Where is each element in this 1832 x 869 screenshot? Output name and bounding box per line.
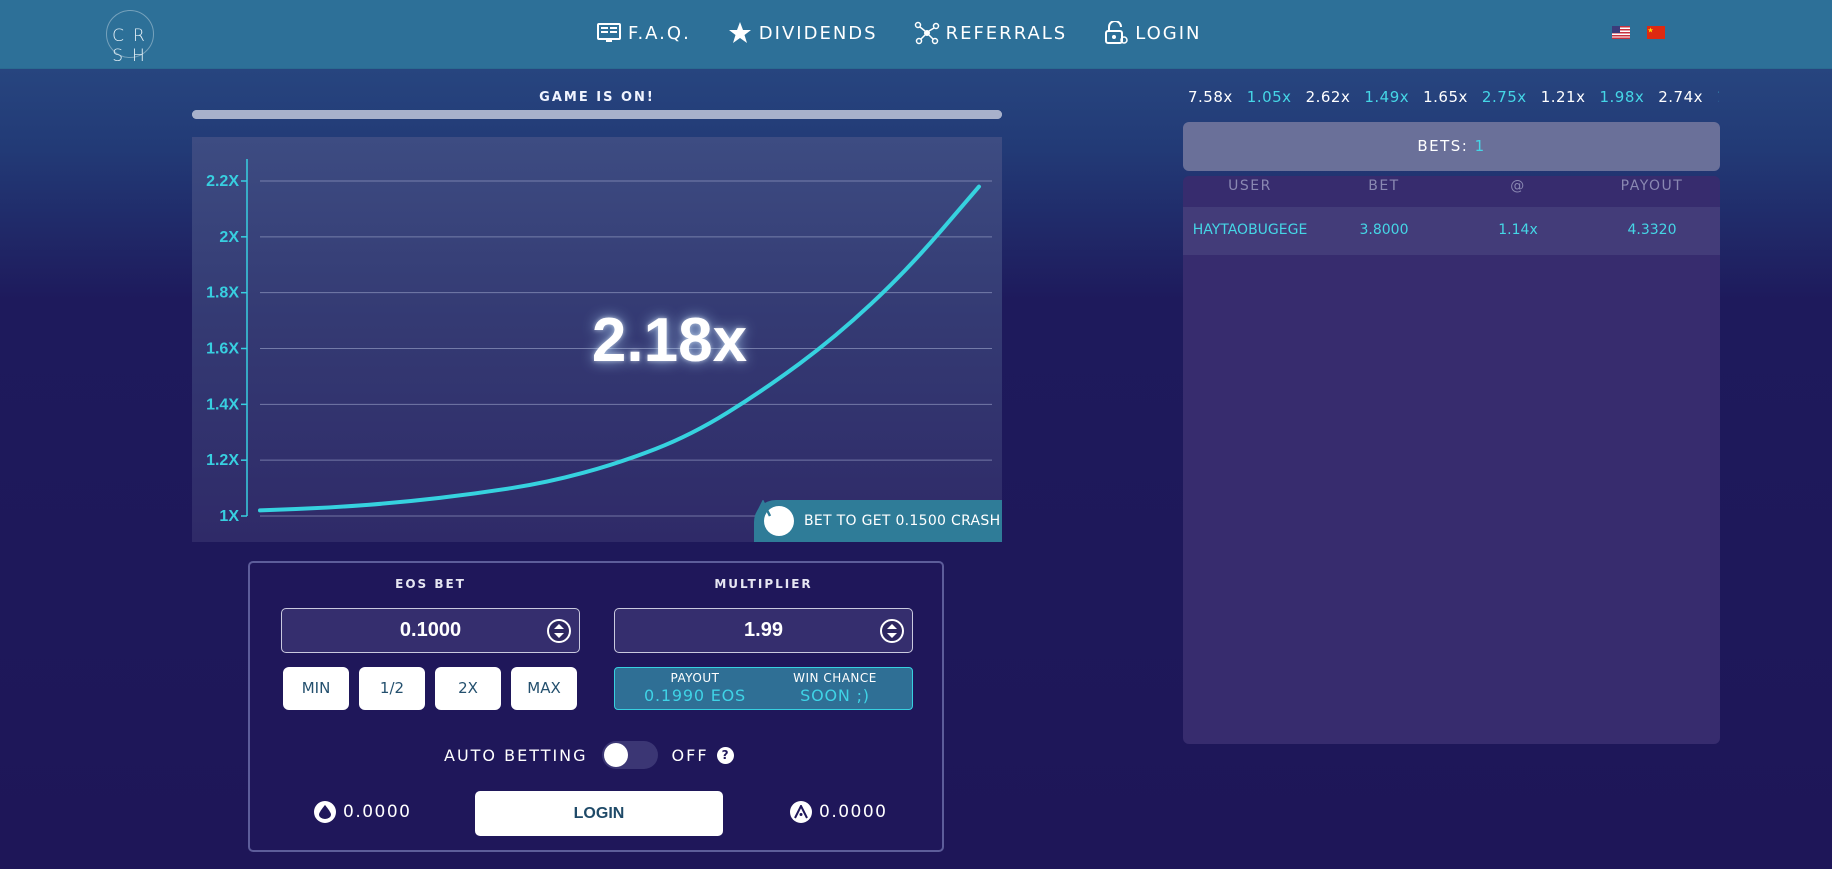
half-bet-button[interactable]: 1/2	[359, 667, 425, 710]
auto-betting-row: AUTO BETTING OFF ?	[444, 741, 734, 769]
logo-text: CR SH	[112, 26, 154, 66]
row-payout: 4.3320	[1627, 222, 1677, 238]
win-chance-label: WIN CHANCE	[793, 671, 877, 685]
y-tick-label: 1X	[219, 508, 239, 525]
star-icon	[727, 20, 753, 46]
payout-info: PAYOUT 0.1990 EOS	[625, 671, 765, 705]
history-item: 1.05x	[1246, 88, 1292, 106]
cn-flag-icon[interactable]	[1647, 26, 1665, 39]
col-bet: BET	[1368, 178, 1400, 194]
multiplier-history: 7.58x 1.05x 2.62x 1.49x 1.65x 2.75x 1.21x 1.98x…	[1188, 88, 1719, 110]
eos-bet-label: EOS BET	[395, 577, 466, 591]
help-icon[interactable]: ?	[716, 746, 734, 764]
nav-referrals-label: REFERRALS	[945, 22, 1068, 44]
nav-faq[interactable]: F.A.Q.	[596, 20, 691, 46]
toggle-knob	[603, 743, 628, 767]
crash-token-icon	[790, 801, 812, 823]
table-row: HAYTAOBUGEGE 3.8000 1.14x 4.3320	[1183, 207, 1720, 255]
language-switcher	[1612, 26, 1682, 39]
win-chance-value: SOON ;)	[800, 686, 870, 705]
auto-betting-toggle[interactable]	[601, 741, 658, 769]
crash-balance-value: 0.0000	[819, 802, 888, 822]
bets-table-header: USER BET @ PAYOUT	[1183, 178, 1720, 198]
eos-balance-value: 0.0000	[343, 802, 412, 822]
multiplier-value: 1.99	[744, 619, 783, 641]
history-item: 2.74x	[1658, 88, 1704, 106]
y-tick-label: 2.2X	[206, 173, 239, 190]
multiplier-label: MULTIPLIER	[714, 577, 813, 591]
y-tick-label: 2X	[219, 229, 239, 246]
us-flag-icon[interactable]	[1612, 26, 1630, 39]
eos-bet-value: 0.1000	[399, 619, 462, 641]
history-item: 2.75x	[1481, 88, 1527, 106]
history-item: 7.58x	[1188, 88, 1233, 106]
nav-faq-label: F.A.Q.	[628, 22, 691, 44]
max-bet-button[interactable]: MAX	[511, 667, 577, 710]
crash-chart: 1X 1.2X 1.4X 1.6X 1.8X 2X 2.2X 2.18x BET TO GE…	[192, 137, 1002, 542]
login-button[interactable]: LOGIN	[475, 791, 723, 836]
y-tick-label: 1.4X	[206, 396, 239, 413]
main-nav: F.A.Q. DIVIDENDS REFERRALS LOGIN	[596, 20, 1238, 46]
top-navbar: CR SH F.A.Q. DIVIDENDS REFERRALS LOGIN	[0, 0, 1832, 69]
y-tick-label: 1.6X	[206, 341, 239, 358]
y-tick-label: 1.8X	[206, 285, 239, 302]
nav-login[interactable]: LOGIN	[1103, 20, 1201, 46]
col-user: USER	[1228, 178, 1272, 194]
nav-login-label: LOGIN	[1135, 22, 1202, 44]
nav-dividends[interactable]: DIVIDENDS	[727, 20, 878, 46]
history-item: 2.62x	[1305, 88, 1351, 106]
multiplier-input[interactable]: 1.99	[614, 608, 913, 653]
row-at: 1.14x	[1498, 222, 1538, 238]
payout-label: PAYOUT	[670, 671, 720, 685]
round-progress-fill	[192, 110, 1002, 119]
min-bet-button[interactable]: MIN	[283, 667, 349, 710]
bets-table: USER BET @ PAYOUT HAYTAOBUGEGE 3.8000 1.…	[1183, 176, 1720, 744]
history-item: 1.65x	[1423, 88, 1468, 106]
col-payout: PAYOUT	[1620, 178, 1684, 194]
nav-dividends-label: DIVIDENDS	[758, 22, 878, 44]
payout-value: 0.1990 EOS	[644, 686, 746, 705]
crash-token-icon	[754, 500, 794, 536]
bonus-banner[interactable]: BET TO GET 0.1500 CRASH	[754, 500, 1002, 542]
history-item: 1.21x	[1540, 88, 1586, 106]
double-bet-button[interactable]: 2X	[435, 667, 501, 710]
history-item: 1.98x	[1599, 88, 1645, 106]
bets-header: BETS: 1	[1183, 122, 1720, 171]
nav-referrals[interactable]: REFERRALS	[914, 20, 1068, 46]
payout-summary: PAYOUT 0.1990 EOS WIN CHANCE SOON ;)	[614, 667, 913, 710]
current-multiplier: 2.18x	[591, 306, 748, 375]
eos-bet-input[interactable]: 0.1000	[281, 608, 580, 653]
round-progress-bar	[192, 110, 1002, 119]
crash-balance: 0.0000	[790, 801, 887, 823]
bet-form: EOS BET 0.1000 MULTIPLIER 1.99 MIN 1/2 2…	[248, 561, 944, 852]
history-item: 1.9	[1717, 88, 1719, 106]
game-status: GAME IS ON!	[539, 90, 655, 105]
bets-label: BETS:	[1417, 137, 1469, 155]
history-item: 1.49x	[1364, 88, 1410, 106]
auto-betting-label: AUTO BETTING	[444, 745, 588, 765]
lock-icon	[1103, 20, 1129, 46]
eos-balance: 0.0000	[314, 801, 411, 823]
faq-book-icon	[596, 20, 622, 46]
bonus-text: BET TO GET 0.1500 CRASH	[804, 513, 1001, 529]
referral-network-icon	[914, 20, 940, 46]
win-chance-info: WIN CHANCE SOON ;)	[765, 671, 905, 705]
multiplier-stepper-icon[interactable]	[880, 619, 904, 643]
row-user: HAYTAOBUGEGE	[1192, 222, 1308, 238]
row-bet: 3.8000	[1359, 222, 1409, 238]
crash-logo[interactable]: CR SH	[88, 10, 178, 66]
bets-count: 1	[1474, 137, 1486, 155]
eos-bet-stepper-icon[interactable]	[547, 619, 571, 643]
eos-drop-icon	[314, 801, 336, 823]
y-tick-label: 1.2X	[206, 452, 239, 469]
auto-betting-state: OFF	[671, 745, 709, 765]
col-at: @	[1510, 178, 1526, 194]
